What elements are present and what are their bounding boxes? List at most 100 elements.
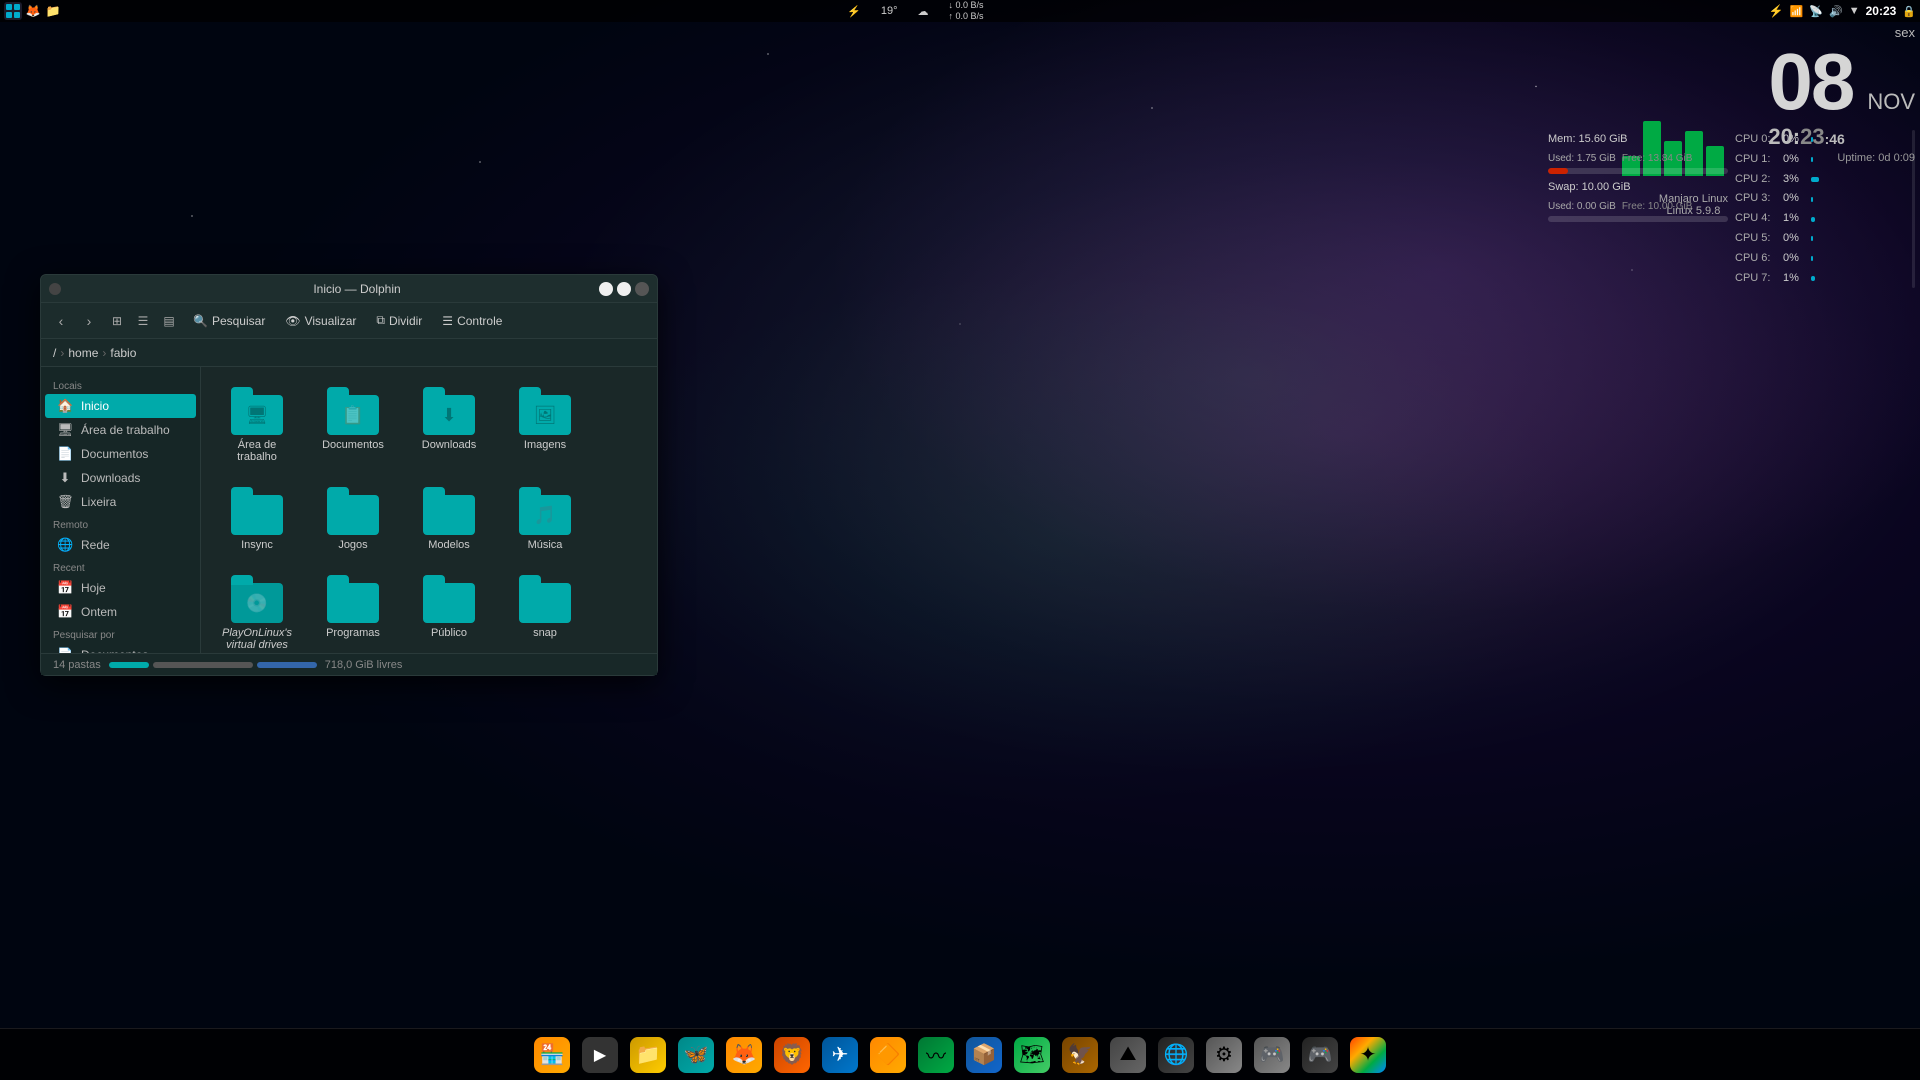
dock-item-files[interactable]: 📁 <box>626 1033 670 1077</box>
dock-item-brave[interactable]: 🦁 <box>770 1033 814 1077</box>
folder-shape-programas <box>327 583 379 623</box>
fm-titlebar[interactable]: Inicio — Dolphin <box>41 275 657 303</box>
dock-item-game1[interactable]: 🦅 <box>1058 1033 1102 1077</box>
network-up: ↑ 0.0 B/s <box>948 11 983 22</box>
folder-insync[interactable]: Insync <box>213 479 301 559</box>
sidebar-item-pesq-docs[interactable]: 📄 Documentos <box>45 643 196 653</box>
sidebar-item-inicio[interactable]: 🏠 Inicio <box>45 394 196 418</box>
sidebar-item-downloads[interactable]: ⬇ Downloads <box>45 466 196 490</box>
folder-icon-pol: 💿 <box>229 575 285 623</box>
sidebar-item-documentos[interactable]: 📄 Documentos <box>45 442 196 466</box>
dock-item-mountain[interactable]: ⛰ <box>1106 1033 1150 1077</box>
fm-status-bars <box>109 662 317 668</box>
folder-downloads[interactable]: ⬇ Downloads <box>405 379 493 471</box>
sidebar-item-hoje[interactable]: 📅 Hoje <box>45 576 196 600</box>
folder-playonlinux[interactable]: 💿 PlayOnLinux's virtual drives <box>213 567 301 653</box>
folder-shape-area: 🖥 <box>231 395 283 435</box>
folder-area-de-trabalho[interactable]: 🖥 Área de trabalho <box>213 379 301 471</box>
folder-jogos[interactable]: Jogos <box>309 479 397 559</box>
dock-item-config[interactable]: ⚙ <box>1202 1033 1246 1077</box>
tb-cloud-icon: ☁ <box>917 5 928 18</box>
tb-files-icon[interactable]: 📁 <box>44 2 62 20</box>
fm-split-button[interactable]: ⧉ Dividir <box>368 311 430 330</box>
sidebar-label-inicio: Inicio <box>81 399 109 413</box>
dock-item-virtualbox[interactable]: 📦 <box>962 1033 1006 1077</box>
fm-view-menu-button[interactable]: 👁 Visualizar <box>277 312 364 330</box>
folder-imagens[interactable]: 🖼 Imagens <box>501 379 589 471</box>
mem-free: Free: 13.84 GiB <box>1622 150 1693 168</box>
dock-item-appstore[interactable]: 🏪 <box>530 1033 574 1077</box>
dock-item-steam[interactable]: 🎮 <box>1298 1033 1342 1077</box>
dock-item-gamepad[interactable]: 🎮 <box>1250 1033 1294 1077</box>
fm-maximize-button[interactable] <box>617 282 631 296</box>
dock-item-multicolor[interactable]: ✦ <box>1346 1033 1390 1077</box>
bc-fabio[interactable]: fabio <box>110 346 136 360</box>
folder-snap[interactable]: snap <box>501 567 589 653</box>
sys-stats: Mem: 15.60 GiB Used: 1.75 GiB Free: 13.8… <box>1548 130 1728 222</box>
fm-forward-button[interactable]: › <box>77 309 101 333</box>
network-icon[interactable]: 📶 <box>1790 5 1804 18</box>
search-icon: 🔍 <box>193 314 208 328</box>
dock-item-audio[interactable]: 〰 <box>914 1033 958 1077</box>
view-icon: 👁 <box>285 314 300 328</box>
dock-item-browser2[interactable]: 🦋 <box>674 1033 718 1077</box>
dock-item-browser3[interactable]: 🌐 <box>1154 1033 1198 1077</box>
folder-modelos[interactable]: Modelos <box>405 479 493 559</box>
mountain-icon: ⛰ <box>1110 1037 1146 1073</box>
sidebar-label-rede: Rede <box>81 538 110 552</box>
dock-item-vlc[interactable]: 🔶 <box>866 1033 910 1077</box>
dock-item-arrow[interactable]: ▶ <box>578 1033 622 1077</box>
cpu-2-bar <box>1811 177 1819 182</box>
sidebar-label-docs: Documentos <box>81 447 148 461</box>
sidebar-item-ontem[interactable]: 📅 Ontem <box>45 600 196 624</box>
cpu-1-label: CPU 1: <box>1735 150 1779 170</box>
conky-month: NOV <box>1867 89 1915 115</box>
fm-list-view-button[interactable]: ☰ <box>131 309 155 333</box>
fm-control-button[interactable]: ☰ Controle <box>434 312 510 330</box>
fm-view-label: Visualizar <box>305 314 357 328</box>
fm-back-button[interactable]: ‹ <box>49 309 73 333</box>
fm-minimize-button[interactable] <box>599 282 613 296</box>
dock-item-maps[interactable]: 🗺 <box>1010 1033 1054 1077</box>
network-icon: 🌐 <box>57 537 73 553</box>
arrow-icon: ▶ <box>582 1037 618 1073</box>
lock-icon[interactable]: 🔒 <box>1902 5 1916 18</box>
dock-item-firefox[interactable]: 🦊 <box>722 1033 766 1077</box>
swap-label: Swap: 10.00 GiB <box>1548 178 1631 198</box>
fm-toolbar: ‹ › ⊞ ☰ ▤ 🔍 Pesquisar 👁 Visualizar ⧉ Div… <box>41 303 657 339</box>
expand-icon[interactable]: ▼ <box>1849 5 1860 17</box>
folder-musica[interactable]: 🎵 Música <box>501 479 589 559</box>
config-icon: ⚙ <box>1206 1037 1242 1073</box>
cpu-1-bar <box>1811 157 1813 162</box>
taskbar-top-left: 🦊 📁 <box>4 2 62 20</box>
gamepad-icon: 🎮 <box>1254 1037 1290 1073</box>
tb-app-icon-1[interactable] <box>4 2 22 20</box>
cpu-4-label: CPU 4: <box>1735 209 1779 229</box>
fm-statusbar: 14 pastas 718,0 GiB livres <box>41 653 657 675</box>
sidebar-item-lixeira[interactable]: 🗑 Lixeira <box>45 490 196 514</box>
fm-details-view-button[interactable]: ▤ <box>157 309 181 333</box>
sidebar-item-rede[interactable]: 🌐 Rede <box>45 533 196 557</box>
fm-grid-view-button[interactable]: ⊞ <box>105 309 129 333</box>
bc-root[interactable]: / <box>53 346 56 360</box>
cpu-4-bar <box>1811 217 1815 222</box>
bluetooth-icon[interactable]: ⚡ <box>1769 4 1784 18</box>
volume-icon[interactable]: 🔊 <box>1829 5 1843 18</box>
tb-firefox-icon[interactable]: 🦊 <box>24 2 42 20</box>
fm-main: 🖥 Área de trabalho 📋 Documentos <box>201 367 657 653</box>
folder-documentos[interactable]: 📋 Documentos <box>309 379 397 471</box>
cpu-4-value: 1% <box>1783 209 1807 229</box>
sidebar-item-area-de-trabalho[interactable]: 🖥 Área de trabalho <box>45 418 196 442</box>
fm-close-button[interactable] <box>635 282 649 296</box>
dock-item-mail[interactable]: ✈ <box>818 1033 862 1077</box>
wifi-icon[interactable]: 📡 <box>1809 5 1823 18</box>
audio-icon: 〰 <box>918 1037 954 1073</box>
folder-publico[interactable]: Público <box>405 567 493 653</box>
fm-search-button[interactable]: 🔍 Pesquisar <box>185 312 273 330</box>
cpu-5-label: CPU 5: <box>1735 229 1779 249</box>
bc-home[interactable]: home <box>68 346 98 360</box>
folder-programas[interactable]: Programas <box>309 567 397 653</box>
swap-row: Swap: 10.00 GiB <box>1548 178 1728 198</box>
cpu-3-row: CPU 3: 0% <box>1735 189 1915 209</box>
folder-inner-downloads: ⬇ <box>441 405 456 426</box>
